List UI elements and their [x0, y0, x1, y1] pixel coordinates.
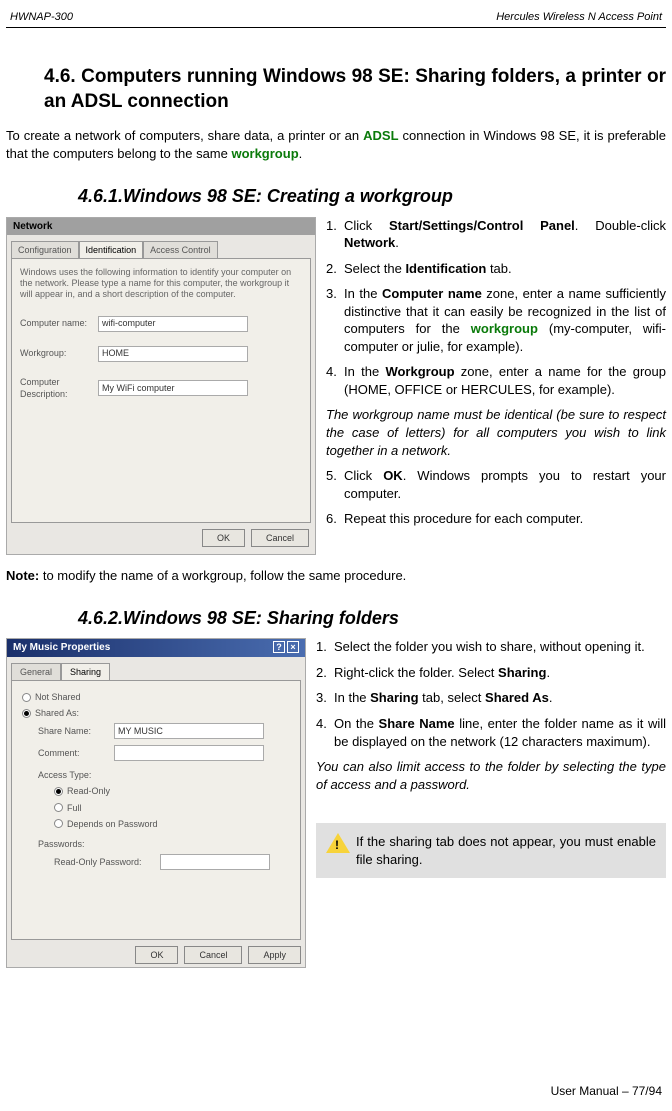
- access-type-label: Access Type:: [38, 769, 290, 781]
- radio-read-only[interactable]: Read-Only: [54, 785, 290, 797]
- tab-configuration[interactable]: Configuration: [11, 241, 79, 258]
- share-step-2: 2.Right-click the folder. Select Sharing…: [316, 664, 666, 682]
- share-step-4: 4.On the Share Name line, enter the fold…: [316, 715, 666, 750]
- subsection-462-heading: 4.6.2.Windows 98 SE: Sharing folders: [78, 606, 666, 630]
- step-5: 5.Click OK. Windows prompts you to resta…: [326, 467, 666, 502]
- tab-identification[interactable]: Identification: [79, 241, 144, 258]
- subsection-461-heading: 4.6.1.Windows 98 SE: Creating a workgrou…: [78, 184, 666, 208]
- ok-button[interactable]: OK: [135, 946, 178, 964]
- share-name-input[interactable]: MY MUSIC: [114, 723, 264, 739]
- share-step-1: 1.Select the folder you wish to share, w…: [316, 638, 666, 656]
- cancel-button[interactable]: Cancel: [184, 946, 242, 964]
- computer-desc-label: Computer Description:: [20, 376, 98, 400]
- passwords-label: Passwords:: [38, 838, 290, 850]
- cancel-button[interactable]: Cancel: [251, 529, 309, 547]
- ro-password-label: Read-Only Password:: [54, 856, 154, 868]
- apply-button[interactable]: Apply: [248, 946, 301, 964]
- doc-code: HWNAP-300: [10, 10, 73, 25]
- network-dialog: Network Configuration Identification Acc…: [6, 217, 316, 555]
- radio-shared-as[interactable]: Shared As:: [22, 707, 290, 719]
- tab-sharing[interactable]: Sharing: [61, 663, 110, 680]
- network-dialog-desc: Windows uses the following information t…: [20, 267, 302, 299]
- share-name-label: Share Name:: [38, 725, 108, 737]
- share-step-3: 3.In the Sharing tab, select Shared As.: [316, 689, 666, 707]
- ok-button[interactable]: OK: [202, 529, 245, 547]
- properties-dialog-title: My Music Properties ? ×: [7, 639, 305, 657]
- help-icon[interactable]: ?: [273, 641, 285, 653]
- close-icon[interactable]: ×: [287, 641, 299, 653]
- ro-password-input[interactable]: [160, 854, 270, 870]
- network-dialog-title: Network: [7, 218, 315, 236]
- workgroup-instructions: 1.Click Start/Settings/Control Panel. Do…: [326, 217, 666, 555]
- step-1: 1.Click Start/Settings/Control Panel. Do…: [326, 217, 666, 252]
- sharing-italic-note: You can also limit access to the folder …: [316, 758, 666, 793]
- comment-label: Comment:: [38, 747, 108, 759]
- step-6: 6.Repeat this procedure for each compute…: [326, 510, 666, 528]
- adsl-link: ADSL: [363, 128, 398, 143]
- network-dialog-panel: Windows uses the following information t…: [11, 258, 311, 523]
- computer-name-input[interactable]: wifi-computer: [98, 316, 248, 332]
- alert-text: If the sharing tab does not appear, you …: [356, 833, 656, 868]
- footer-pagenum: User Manual – 77/94: [551, 1083, 662, 1099]
- workgroup-italic-note: The workgroup name must be identical (be…: [326, 406, 666, 459]
- note-text: Note: to modify the name of a workgroup,…: [6, 567, 666, 585]
- warning-icon: [326, 833, 350, 853]
- step-3: 3.In the Computer name zone, enter a nam…: [326, 285, 666, 355]
- radio-depends[interactable]: Depends on Password: [54, 818, 290, 830]
- sharing-instructions: 1.Select the folder you wish to share, w…: [316, 638, 666, 968]
- alert-box: If the sharing tab does not appear, you …: [316, 823, 666, 878]
- section-intro: To create a network of computers, share …: [6, 127, 666, 162]
- step-2: 2.Select the Identification tab.: [326, 260, 666, 278]
- workgroup-link: workgroup: [231, 146, 298, 161]
- computer-name-label: Computer name:: [20, 317, 98, 329]
- doc-title: Hercules Wireless N Access Point: [496, 10, 662, 25]
- doc-header: HWNAP-300 Hercules Wireless N Access Poi…: [6, 10, 666, 28]
- radio-full[interactable]: Full: [54, 802, 290, 814]
- radio-not-shared[interactable]: Not Shared: [22, 691, 290, 703]
- comment-input[interactable]: [114, 745, 264, 761]
- workgroup-input[interactable]: HOME: [98, 346, 248, 362]
- network-dialog-tabs: Configuration Identification Access Cont…: [11, 241, 311, 258]
- tab-general[interactable]: General: [11, 663, 61, 680]
- computer-desc-input[interactable]: My WiFi computer: [98, 380, 248, 396]
- tab-access-control[interactable]: Access Control: [143, 241, 218, 258]
- step-4: 4.In the Workgroup zone, enter a name fo…: [326, 363, 666, 398]
- properties-dialog: My Music Properties ? × General Sharing …: [6, 638, 306, 968]
- workgroup-label: Workgroup:: [20, 347, 98, 359]
- section-heading: 4.6. Computers running Windows 98 SE: Sh…: [44, 64, 666, 115]
